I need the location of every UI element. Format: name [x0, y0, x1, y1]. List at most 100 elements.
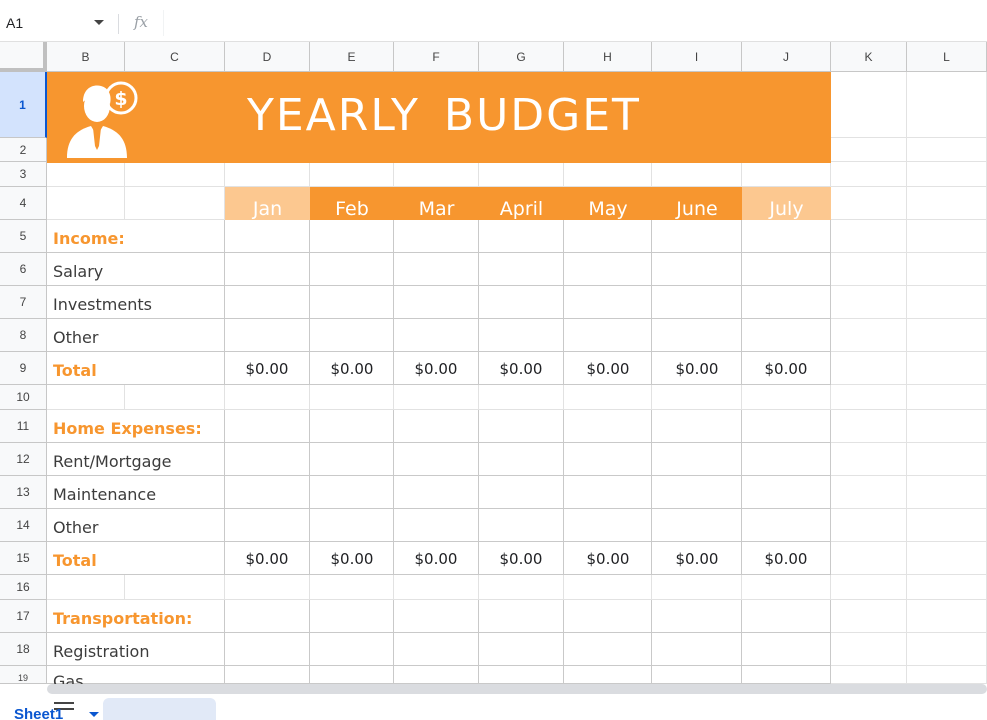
cell-i19[interactable]: [652, 666, 742, 684]
sheet-tab-label[interactable]: Sheet1: [14, 706, 63, 720]
cell-l11[interactable]: [907, 410, 987, 443]
cell-g10[interactable]: [479, 385, 564, 410]
cell-h5[interactable]: [564, 220, 652, 253]
cell-e5[interactable]: [310, 220, 394, 253]
row-header-3[interactable]: 3: [0, 162, 47, 187]
chevron-down-icon[interactable]: [94, 20, 104, 25]
cell-h19[interactable]: [564, 666, 652, 684]
cell-j7[interactable]: [742, 286, 831, 319]
cell-k1[interactable]: [831, 72, 907, 138]
cell-i18[interactable]: [652, 633, 742, 666]
cell-e17[interactable]: [310, 600, 394, 633]
cell-k12[interactable]: [831, 443, 907, 476]
cell-i8[interactable]: [652, 319, 742, 352]
sheet-tab[interactable]: [103, 698, 216, 720]
cell-i14[interactable]: [652, 509, 742, 542]
column-header-l[interactable]: L: [907, 42, 987, 72]
row-header-5[interactable]: 5: [0, 220, 47, 253]
column-header-i[interactable]: I: [652, 42, 742, 72]
cell-l14[interactable]: [907, 509, 987, 542]
cell-h18[interactable]: [564, 633, 652, 666]
cell-k16[interactable]: [831, 575, 907, 600]
cell-g11[interactable]: [479, 410, 564, 443]
row-header-2[interactable]: 2: [0, 138, 47, 162]
cell-e8[interactable]: [310, 319, 394, 352]
cell-h11[interactable]: [564, 410, 652, 443]
cell-i6[interactable]: [652, 253, 742, 286]
row-header-15[interactable]: 15: [0, 542, 47, 575]
cell-k15[interactable]: [831, 542, 907, 575]
cell-j13[interactable]: [742, 476, 831, 509]
cell-k14[interactable]: [831, 509, 907, 542]
cell-j6[interactable]: [742, 253, 831, 286]
cell-g6[interactable]: [479, 253, 564, 286]
cell-c3[interactable]: [125, 162, 225, 187]
cell-h12[interactable]: [564, 443, 652, 476]
cell-k13[interactable]: [831, 476, 907, 509]
cell-i17[interactable]: [652, 600, 742, 633]
cell-f10[interactable]: [394, 385, 479, 410]
cell-j3[interactable]: [742, 162, 831, 187]
cell-i16[interactable]: [652, 575, 742, 600]
cell-i11[interactable]: [652, 410, 742, 443]
cell-k10[interactable]: [831, 385, 907, 410]
cell-e16[interactable]: [310, 575, 394, 600]
cell-g16[interactable]: [479, 575, 564, 600]
cell-j18[interactable]: [742, 633, 831, 666]
row-header-9[interactable]: 9: [0, 352, 47, 385]
cell-k9[interactable]: [831, 352, 907, 385]
cell-b10[interactable]: [47, 385, 125, 410]
horizontal-scrollbar[interactable]: [47, 684, 987, 694]
cell-e12[interactable]: [310, 443, 394, 476]
cell-i13[interactable]: [652, 476, 742, 509]
cell-b16[interactable]: [47, 575, 125, 600]
cell-d19[interactable]: [225, 666, 310, 684]
cell-d17[interactable]: [225, 600, 310, 633]
cell-j17[interactable]: [742, 600, 831, 633]
cell-l15[interactable]: [907, 542, 987, 575]
cell-e11[interactable]: [310, 410, 394, 443]
cell-f18[interactable]: [394, 633, 479, 666]
cell-d3[interactable]: [225, 162, 310, 187]
cell-g17[interactable]: [479, 600, 564, 633]
cell-e14[interactable]: [310, 509, 394, 542]
cell-l18[interactable]: [907, 633, 987, 666]
cell-l4[interactable]: [907, 187, 987, 220]
cell-f7[interactable]: [394, 286, 479, 319]
row-header-14[interactable]: 14: [0, 509, 47, 542]
cell-e13[interactable]: [310, 476, 394, 509]
column-header-b[interactable]: B: [47, 42, 125, 72]
cell-f13[interactable]: [394, 476, 479, 509]
cell-i3[interactable]: [652, 162, 742, 187]
cell-j16[interactable]: [742, 575, 831, 600]
cell-e18[interactable]: [310, 633, 394, 666]
cell-k5[interactable]: [831, 220, 907, 253]
row-header-10[interactable]: 10: [0, 385, 47, 410]
cell-d18[interactable]: [225, 633, 310, 666]
cell-b3[interactable]: [47, 162, 125, 187]
cell-k6[interactable]: [831, 253, 907, 286]
row-header-7[interactable]: 7: [0, 286, 47, 319]
cell-i7[interactable]: [652, 286, 742, 319]
cell-j10[interactable]: [742, 385, 831, 410]
cell-l16[interactable]: [907, 575, 987, 600]
cell-e7[interactable]: [310, 286, 394, 319]
cell-g7[interactable]: [479, 286, 564, 319]
cell-d8[interactable]: [225, 319, 310, 352]
cell-l9[interactable]: [907, 352, 987, 385]
row-header-18[interactable]: 18: [0, 633, 47, 666]
cell-d13[interactable]: [225, 476, 310, 509]
cell-k8[interactable]: [831, 319, 907, 352]
cell-e10[interactable]: [310, 385, 394, 410]
cell-f19[interactable]: [394, 666, 479, 684]
cell-g13[interactable]: [479, 476, 564, 509]
cell-g14[interactable]: [479, 509, 564, 542]
cell-d10[interactable]: [225, 385, 310, 410]
cell-k4[interactable]: [831, 187, 907, 220]
cell-i12[interactable]: [652, 443, 742, 476]
row-header-8[interactable]: 8: [0, 319, 47, 352]
cell-j5[interactable]: [742, 220, 831, 253]
row-header-13[interactable]: 13: [0, 476, 47, 509]
cell-h14[interactable]: [564, 509, 652, 542]
cell-c10[interactable]: [125, 385, 225, 410]
